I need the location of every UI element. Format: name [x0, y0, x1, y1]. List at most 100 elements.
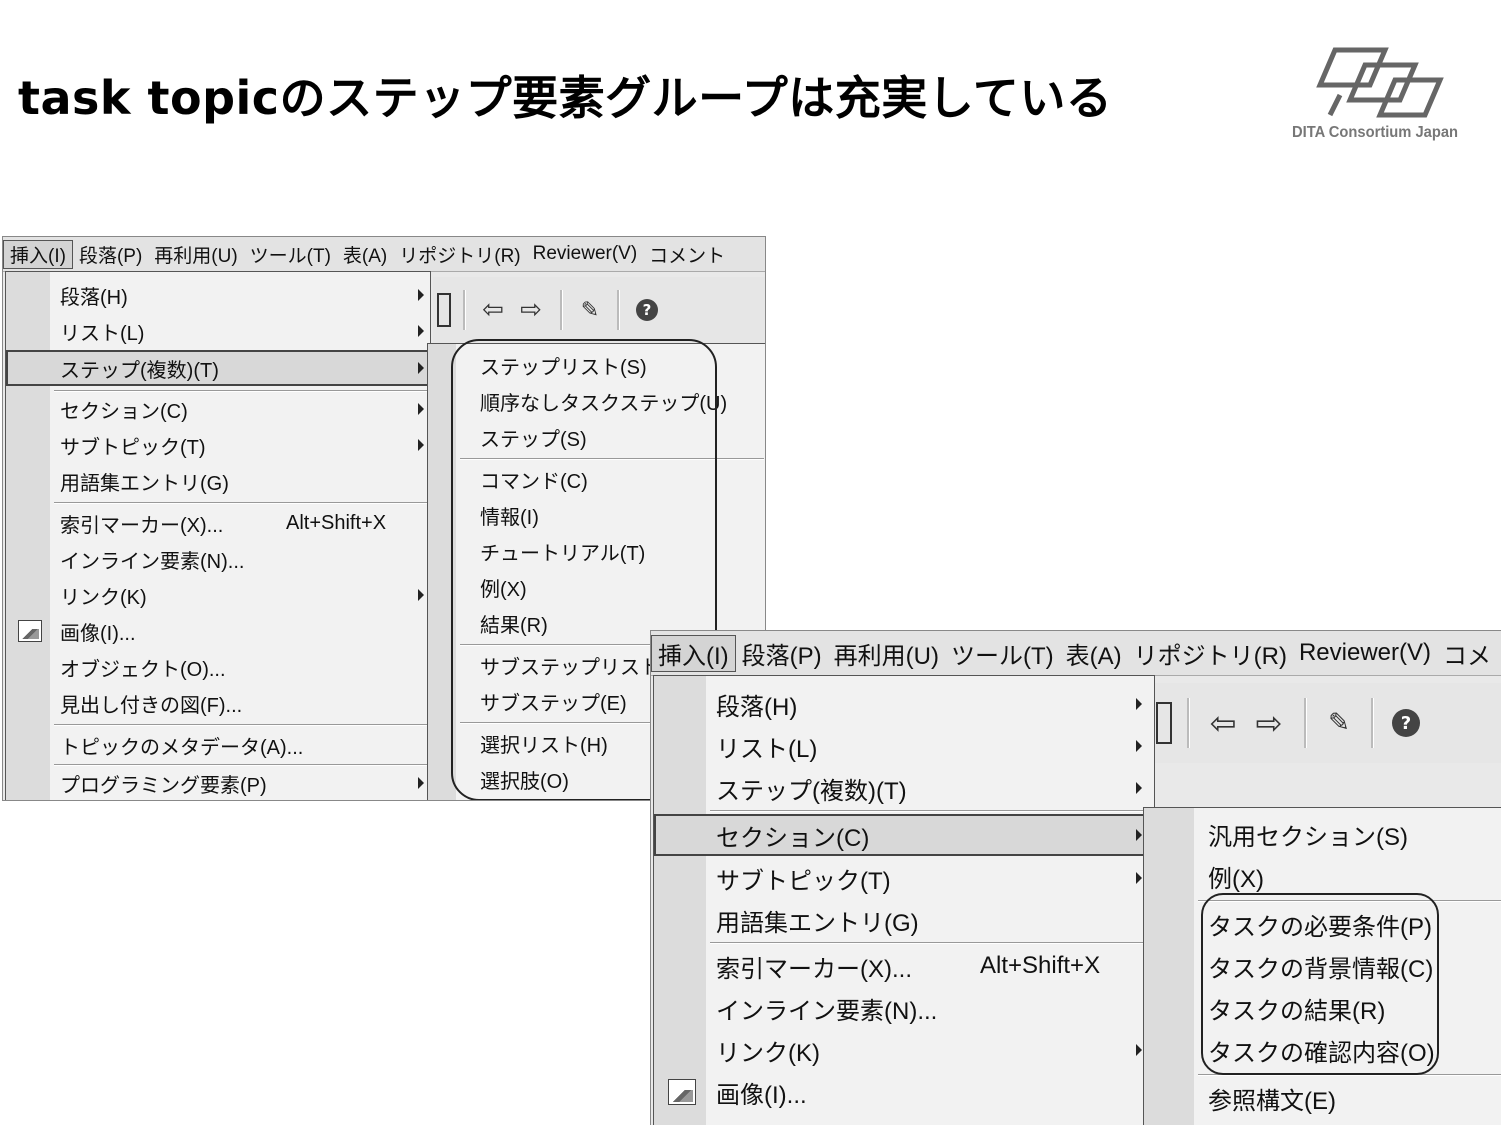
menu-item-list[interactable]: リスト(L)	[6, 314, 430, 348]
menu-item-paragraph[interactable]: 段落(H)	[654, 684, 1154, 724]
slide-title: task topicのステップ要素グループは充実している	[18, 71, 1113, 125]
menu-reuse[interactable]: 再利用(U)	[828, 636, 945, 671]
menu-insert[interactable]: 挿入(I)	[651, 634, 736, 672]
menu-item-unordered-steps[interactable]: 順序なしタスクステップ(U)	[428, 384, 765, 418]
menu-item-label: 例(X)	[1208, 865, 1264, 893]
menu-separator	[1198, 1074, 1501, 1076]
menu-item-object[interactable]: オブジェクト(O)...	[6, 650, 430, 684]
menu-item-inline[interactable]: インライン要素(N)...	[6, 542, 430, 576]
menu-item-link[interactable]: リンク(K)	[6, 578, 430, 612]
logo-text: DITA Consortium Japan	[1292, 124, 1459, 141]
submenu-arrow-icon	[1136, 782, 1142, 794]
menu-item-section[interactable]: セクション(C)	[654, 814, 1154, 856]
menu-repository[interactable]: リポジトリ(R)	[393, 241, 526, 268]
forward-arrow-icon[interactable]: ⇨	[512, 290, 550, 330]
menu-item-context[interactable]: タスクの背景情報(C)	[1144, 946, 1501, 986]
menu-separator	[460, 458, 764, 460]
image-icon	[18, 620, 42, 642]
back-arrow-icon[interactable]: ⇦	[1200, 698, 1246, 748]
menu-item-section[interactable]: セクション(C)	[6, 392, 430, 426]
menu-reuse[interactable]: 再利用(U)	[148, 241, 243, 268]
menu-item-task-result[interactable]: タスクの結果(R)	[1144, 988, 1501, 1028]
menu-item-prereq[interactable]: タスクの必要条件(P)	[1144, 904, 1501, 944]
menu-item-command[interactable]: コマンド(C)	[428, 462, 765, 496]
menu-comment[interactable]: コメ	[1437, 636, 1497, 671]
menu-item-label: タスクの確認内容(O)	[1208, 1039, 1435, 1067]
menu-tools[interactable]: ツール(T)	[244, 241, 337, 268]
forward-arrow-icon[interactable]: ⇨	[1246, 698, 1292, 748]
submenu-arrow-icon	[418, 362, 424, 374]
menu-item-refsyn[interactable]: 参照構文(E)	[1144, 1078, 1501, 1118]
edit-document-icon[interactable]: ✎	[573, 290, 607, 330]
menu-item-label: 用語集エントリ(G)	[716, 909, 919, 937]
menu-item-label: タスクの結果(R)	[1208, 997, 1386, 1025]
menu-item-image[interactable]: 画像(I)...	[654, 1072, 1154, 1112]
back-arrow-icon[interactable]: ⇦	[474, 290, 512, 330]
menu-item-label: ステップ(複数)(T)	[60, 359, 219, 382]
menu-repository[interactable]: リポジトリ(R)	[1128, 636, 1293, 671]
menu-paragraph[interactable]: 段落(P)	[73, 241, 148, 268]
menu-tools[interactable]: ツール(T)	[945, 636, 1060, 671]
menu-insert[interactable]: 挿入(I)	[3, 239, 73, 269]
menu-reviewer[interactable]: Reviewer(V)	[527, 243, 644, 265]
menu-item-steps[interactable]: ステップ(複数)(T)	[654, 768, 1154, 808]
help-icon[interactable]: ?	[1386, 698, 1426, 748]
menu-item-example[interactable]: 例(X)	[428, 570, 765, 604]
menu-item-steps[interactable]: ステップ(複数)(T)	[6, 350, 430, 386]
insert-menu: 段落(H) リスト(L) ステップ(複数)(T) セクション(C) サブトピック…	[5, 271, 431, 800]
menu-paragraph[interactable]: 段落(P)	[736, 636, 828, 671]
menubar: 挿入(I) 段落(P) 再利用(U) ツール(T) 表(A) リポジトリ(R) …	[3, 237, 765, 272]
menu-item-list[interactable]: リスト(L)	[654, 726, 1154, 766]
menu-item-index-marker[interactable]: 索引マーカー(X)... Alt+Shift+X	[654, 946, 1154, 986]
section-submenu: 汎用セクション(S) 例(X) タスクの必要条件(P) タスクの背景情報(C) …	[1143, 807, 1501, 1125]
menu-item-postreq[interactable]: タスクの確認内容(O)	[1144, 1030, 1501, 1070]
menu-item-label: 例(X)	[480, 578, 527, 601]
menu-item-label: プログラミング要素(P)	[60, 774, 267, 797]
menu-item-general-section[interactable]: 汎用セクション(S)	[1144, 814, 1501, 854]
menu-item-programming[interactable]: プログラミング要素(P)	[6, 766, 430, 800]
menu-item-tutorial[interactable]: チュートリアル(T)	[428, 534, 765, 568]
help-icon[interactable]: ?	[630, 290, 664, 330]
menu-item-example[interactable]: 例(X)	[1144, 856, 1501, 896]
menu-item-steplist[interactable]: ステップリスト(S)	[428, 348, 765, 382]
menu-table[interactable]: 表(A)	[337, 241, 393, 268]
edit-document-icon[interactable]: ✎	[1319, 698, 1359, 748]
insert-menu: 段落(H) リスト(L) ステップ(複数)(T) セクション(C) サブトピック…	[653, 675, 1155, 1125]
menu-item-glossary[interactable]: 用語集エントリ(G)	[6, 464, 430, 498]
menu-item-figure[interactable]: 見出し付きの図(F)...	[6, 686, 430, 720]
submenu-arrow-icon	[1136, 829, 1142, 841]
image-icon	[668, 1079, 696, 1105]
menu-item-info[interactable]: 情報(I)	[428, 498, 765, 532]
menu-item-label: 選択リスト(H)	[480, 734, 608, 757]
menu-item-topic-metadata[interactable]: トピックのメタデータ(A)...	[6, 728, 430, 762]
menu-item-subtopic[interactable]: サブトピック(T)	[6, 428, 430, 462]
menu-item-label: ステップリスト(S)	[480, 356, 647, 379]
menu-item-glossary[interactable]: 用語集エントリ(G)	[654, 900, 1154, 940]
menu-separator	[54, 724, 428, 726]
menu-item-link[interactable]: リンク(K)	[654, 1030, 1154, 1070]
menu-reviewer[interactable]: Reviewer(V)	[1293, 639, 1437, 667]
menu-item-label: チュートリアル(T)	[480, 542, 646, 565]
menu-item-index-marker[interactable]: 索引マーカー(X)... Alt+Shift+X	[6, 506, 430, 540]
submenu-arrow-icon	[418, 289, 424, 301]
menu-item-label: 情報(I)	[480, 506, 539, 529]
menu-comment[interactable]: コメント	[643, 241, 731, 268]
toolbar: ⇦ ⇨ ✎ ?	[433, 277, 765, 343]
menu-item-image[interactable]: 画像(I)...	[6, 614, 430, 648]
menu-table[interactable]: 表(A)	[1060, 636, 1128, 671]
toolbar-separator	[1304, 698, 1307, 748]
menu-item-label: オブジェクト(O)...	[60, 658, 226, 681]
menu-item-label: コマンド(C)	[480, 470, 588, 493]
menu-item-label: サブトピック(T)	[60, 436, 206, 459]
menu-separator	[54, 502, 428, 504]
menu-item-paragraph[interactable]: 段落(H)	[6, 278, 430, 312]
menu-item-inline[interactable]: インライン要素(N)...	[654, 988, 1154, 1028]
menu-item-subtopic[interactable]: サブトピック(T)	[654, 858, 1154, 898]
menu-item-label: インライン要素(N)...	[60, 550, 245, 573]
submenu-arrow-icon	[418, 325, 424, 337]
menu-item-label: タスクの必要条件(P)	[1208, 913, 1432, 941]
menu-item-step[interactable]: ステップ(S)	[428, 420, 765, 454]
rectangle-icon[interactable]	[433, 290, 455, 330]
menu-item-label: 見出し付きの図(F)...	[60, 694, 243, 717]
menu-item-label: 段落(H)	[60, 286, 128, 309]
